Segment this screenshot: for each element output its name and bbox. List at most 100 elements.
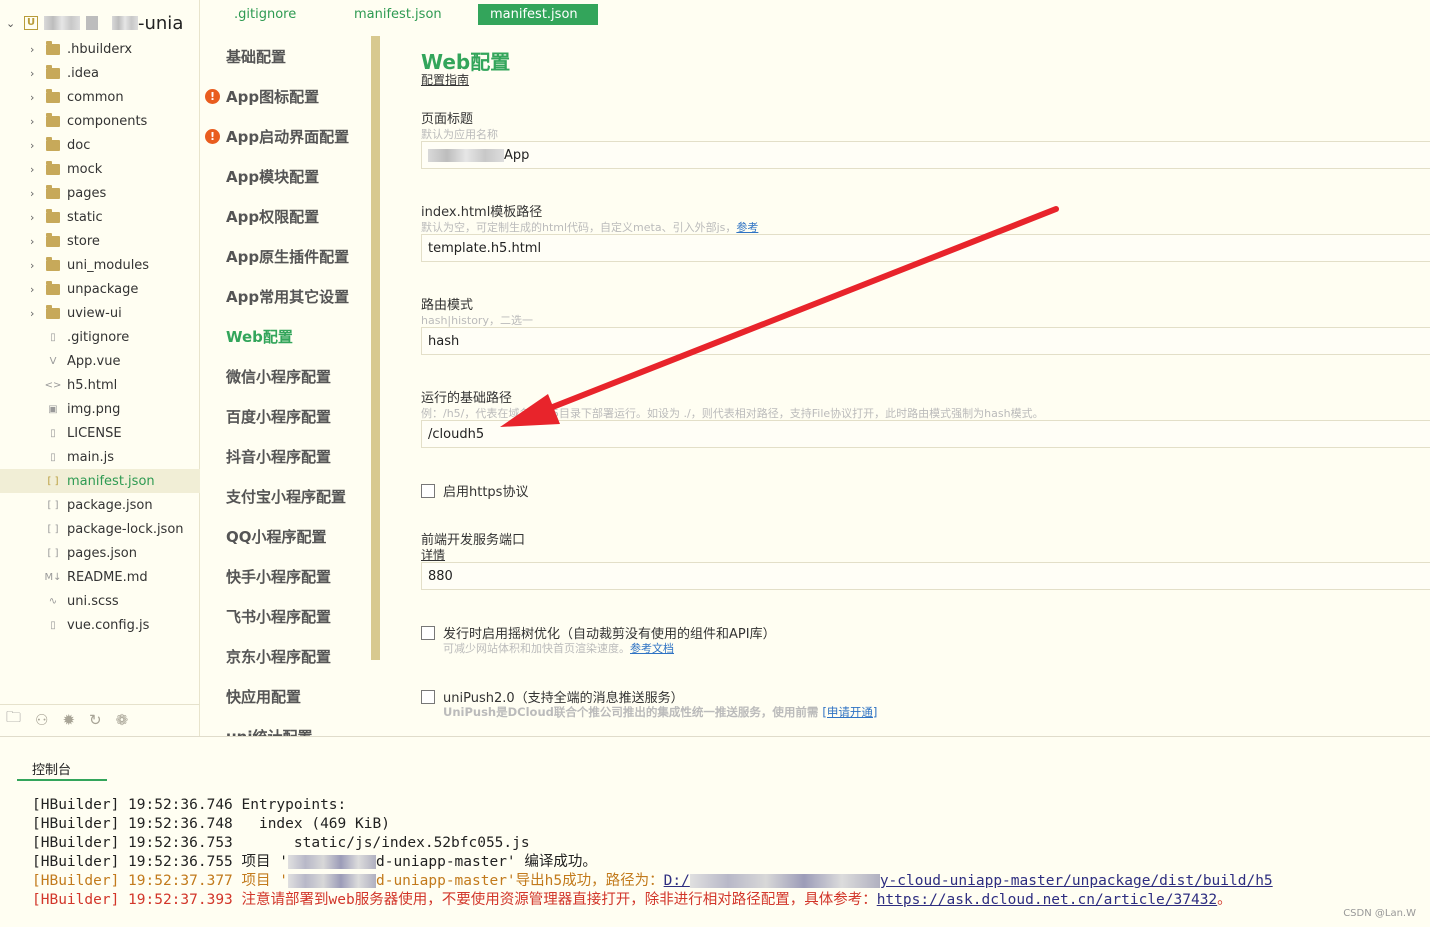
config-nav-item[interactable]: App启动界面配置 xyxy=(226,126,349,147)
config-nav-item[interactable]: 飞书小程序配置 xyxy=(226,606,331,627)
chevron-right-icon[interactable]: › xyxy=(30,235,46,248)
tree-item[interactable]: › common xyxy=(0,85,200,109)
treeshake-checkbox[interactable] xyxy=(421,625,435,640)
chevron-right-icon[interactable]: › xyxy=(30,307,46,320)
unipush-hint: UniPush是DCloud联合个推公司推出的集成性统一推送服务，使用前需 [申… xyxy=(443,704,877,720)
tree-item[interactable]: [ ] package-lock.json xyxy=(0,517,200,541)
template-hint-link[interactable]: 参考 xyxy=(736,221,758,234)
tree-item[interactable]: ▯ main.js xyxy=(0,445,200,469)
config-nav-item[interactable]: 基础配置 xyxy=(226,46,286,67)
warning-icon: ! xyxy=(205,129,220,144)
config-nav-item[interactable]: 支付宝小程序配置 xyxy=(226,486,346,507)
base-path-input[interactable]: /cloudh5 xyxy=(421,420,1430,448)
config-nav-item[interactable]: 百度小程序配置 xyxy=(226,406,331,427)
chevron-right-icon[interactable]: › xyxy=(30,163,46,176)
config-guide-link[interactable]: 配置指南 xyxy=(421,71,469,88)
tab-manifest-active[interactable]: manifest.json xyxy=(478,4,598,25)
unipush-apply-link[interactable]: [申请开通] xyxy=(822,705,877,719)
folder-shape xyxy=(46,112,60,127)
port-input[interactable]: 880 xyxy=(421,562,1430,590)
config-nav-item[interactable]: 快应用配置 xyxy=(226,686,301,707)
config-nav-item[interactable]: 京东小程序配置 xyxy=(226,646,331,667)
log-text: d-uniapp-master' 编译成功。 xyxy=(375,854,597,870)
tree-item[interactable]: › doc xyxy=(0,133,200,157)
tree-item[interactable]: ▯ vue.config.js xyxy=(0,613,200,637)
tree-item-label: .hbuilderx xyxy=(67,41,133,57)
config-nav-item[interactable]: App原生插件配置 xyxy=(226,246,349,267)
chevron-right-icon[interactable]: › xyxy=(30,139,46,152)
config-nav-item[interactable]: QQ小程序配置 xyxy=(226,526,327,547)
page-title-input[interactable]: App xyxy=(421,141,1430,169)
plugin-icon[interactable]: ❁ xyxy=(116,711,129,729)
tree-item[interactable]: › .hbuilderx xyxy=(0,37,200,61)
tree-item[interactable]: ▯ LICENSE xyxy=(0,421,200,445)
tree-item[interactable]: › mock xyxy=(0,157,200,181)
export-path-link[interactable]: y-cloud-uniapp-master/unpackage/dist/bui… xyxy=(880,873,1273,889)
tree-item[interactable]: › unpackage xyxy=(0,277,200,301)
router-input[interactable]: hash xyxy=(421,327,1430,355)
tree-item[interactable]: › store xyxy=(0,229,200,253)
chevron-right-icon[interactable]: › xyxy=(30,43,46,56)
config-nav-item[interactable]: 微信小程序配置 xyxy=(226,366,331,387)
tree-item-label: README.md xyxy=(67,569,148,585)
tree-item[interactable]: › pages xyxy=(0,181,200,205)
tree-item[interactable]: ∿ uni.scss xyxy=(0,589,200,613)
tab-gitignore[interactable]: .gitignore xyxy=(222,4,308,25)
tree-item-label: package-lock.json xyxy=(67,521,184,537)
template-hint: 默认为空，可定制生成的html代码，自定义meta、引入外部js，参考 xyxy=(421,219,758,235)
tree-item-label: uni_modules xyxy=(67,257,150,273)
template-value: template.h5.html xyxy=(428,240,542,256)
tree-item[interactable]: <> h5.html xyxy=(0,373,200,397)
config-nav-item[interactable]: App图标配置 xyxy=(226,86,319,107)
tree-item[interactable]: › uni_modules xyxy=(0,253,200,277)
tree-item[interactable]: › uview-ui xyxy=(0,301,200,325)
treeshake-hint: 可减少网站体积和加快首页渲染速度。参考文档 xyxy=(443,640,674,656)
tree-item[interactable]: ▣ img.png xyxy=(0,397,200,421)
tree-item[interactable]: [ ] manifest.json xyxy=(0,469,200,493)
tree-item[interactable]: › components xyxy=(0,109,200,133)
tree-item[interactable]: ▯ .gitignore xyxy=(0,325,200,349)
unipush-checkbox[interactable] xyxy=(421,689,435,704)
chevron-right-icon[interactable]: › xyxy=(30,67,46,80)
port-details-link[interactable]: 详情 xyxy=(421,546,445,563)
export-path-link[interactable]: D:/ xyxy=(664,873,690,889)
chevron-down-icon[interactable]: ⌄ xyxy=(6,17,20,30)
git-icon[interactable]: ↻ xyxy=(89,711,102,729)
config-nav-item[interactable]: App权限配置 xyxy=(226,206,319,227)
bug-icon[interactable]: ✹ xyxy=(62,711,75,729)
treeshake-doc-link[interactable]: 参考文档 xyxy=(630,642,674,655)
watermark: CSDN @Lan.W xyxy=(1343,908,1416,919)
template-input[interactable]: template.h5.html xyxy=(421,234,1430,262)
log-text: 。 xyxy=(1217,892,1232,908)
redacted-blur xyxy=(86,16,98,30)
chevron-right-icon[interactable]: › xyxy=(30,115,46,128)
config-nav-item[interactable]: App模块配置 xyxy=(226,166,319,187)
config-nav-item[interactable]: 抖音小程序配置 xyxy=(226,446,331,467)
log-line: [HBuilder] 19:52:36.746 Entrypoints: xyxy=(32,797,347,813)
chevron-right-icon[interactable]: › xyxy=(30,259,46,272)
console-tab[interactable]: 控制台 xyxy=(17,759,107,781)
config-nav-item[interactable]: 快手小程序配置 xyxy=(226,566,331,587)
files-icon[interactable]: 🗀 xyxy=(6,707,21,732)
tree-item[interactable]: V App.vue xyxy=(0,349,200,373)
https-checkbox[interactable] xyxy=(421,483,435,498)
chevron-right-icon[interactable]: › xyxy=(30,283,46,296)
chevron-right-icon[interactable]: › xyxy=(30,187,46,200)
doc-url-link[interactable]: https://ask.dcloud.net.cn/article/37432 xyxy=(877,892,1217,908)
chevron-right-icon[interactable]: › xyxy=(30,211,46,224)
port-value: 880 xyxy=(428,568,453,584)
tree-item[interactable]: › .idea xyxy=(0,61,200,85)
chevron-right-icon[interactable]: › xyxy=(30,91,46,104)
tree-item[interactable]: [ ] pages.json xyxy=(0,541,200,565)
config-nav-item[interactable]: uni统计配置 xyxy=(226,726,313,736)
folder-shape xyxy=(46,64,60,79)
tab-manifest[interactable]: manifest.json xyxy=(342,4,454,25)
config-nav-item[interactable]: App常用其它设置 xyxy=(226,286,349,307)
binoculars-icon[interactable]: ⚇ xyxy=(35,711,48,729)
config-nav-item[interactable]: Web配置 xyxy=(226,326,293,347)
tree-item[interactable]: › static xyxy=(0,205,200,229)
project-root-row[interactable]: ⌄ U -unia xyxy=(0,8,200,38)
tree-item[interactable]: [ ] package.json xyxy=(0,493,200,517)
tree-item[interactable]: M↓ README.md xyxy=(0,565,200,589)
config-nav-scrollbar[interactable] xyxy=(371,36,380,660)
